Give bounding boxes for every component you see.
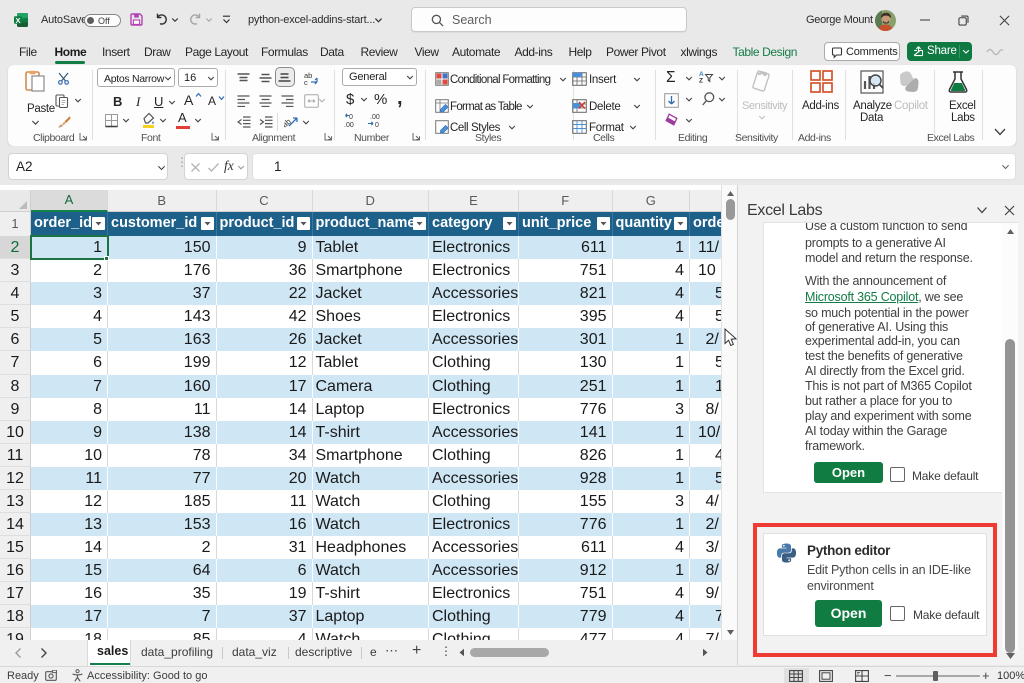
svg-text:0: 0 <box>375 122 379 129</box>
svg-text:0: 0 <box>349 114 353 121</box>
svg-text:c: c <box>304 78 308 86</box>
svg-text:Z: Z <box>699 78 703 83</box>
svg-text:.00: .00 <box>370 114 380 121</box>
svg-text:X: X <box>15 16 20 25</box>
svg-text:.00: .00 <box>344 122 354 129</box>
